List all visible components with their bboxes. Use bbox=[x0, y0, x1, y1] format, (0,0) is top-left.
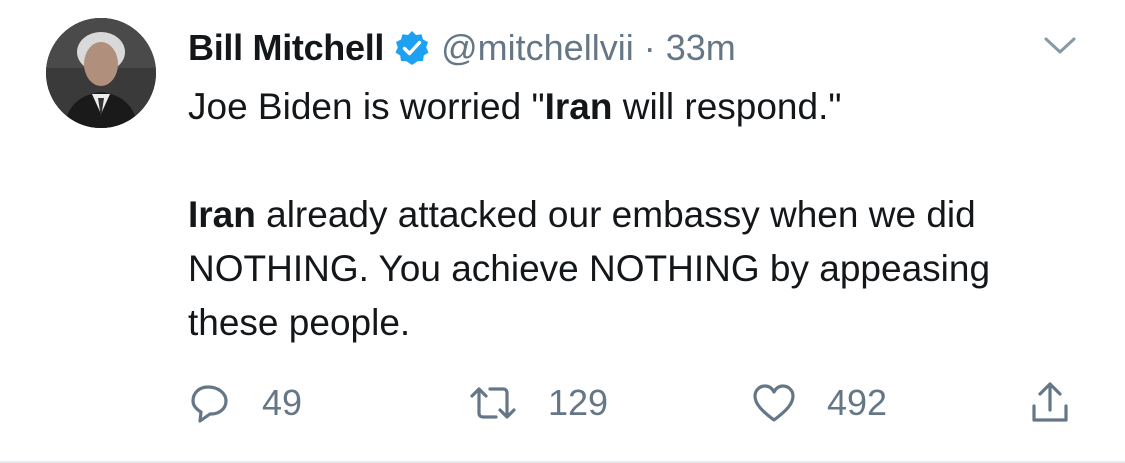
author-handle[interactable]: @mitchellvii bbox=[441, 27, 634, 69]
retweet-count: 129 bbox=[548, 382, 609, 423]
like-count: 492 bbox=[827, 382, 888, 423]
tweet-text-segment: will respond." bbox=[612, 86, 842, 127]
tweet-bold-word: Iran bbox=[544, 86, 613, 127]
author-name[interactable]: Bill Mitchell bbox=[188, 27, 384, 69]
tweet-paragraph-2: Iran already attacked our embassy when w… bbox=[188, 188, 1088, 350]
tweet-body: Joe Biden is worried "Iran will respond.… bbox=[188, 80, 1088, 350]
reply-icon bbox=[191, 385, 228, 423]
avatar[interactable] bbox=[46, 18, 156, 128]
tweet-card[interactable]: Bill Mitchell @mitchellvii · 33m Joe Bid… bbox=[0, 0, 1125, 463]
tweet-actions: 49 129 492 bbox=[188, 378, 1088, 428]
tweet-header: Bill Mitchell @mitchellvii · 33m bbox=[188, 26, 736, 70]
avatar-image bbox=[46, 18, 156, 128]
reply-count: 49 bbox=[262, 382, 303, 423]
tweet-timestamp[interactable]: 33m bbox=[666, 27, 736, 69]
verified-badge-icon bbox=[393, 29, 431, 67]
separator-dot: · bbox=[643, 27, 656, 68]
tweet-line-1: Joe Biden is worried "Iran will respond.… bbox=[188, 80, 1088, 134]
heart-icon bbox=[753, 384, 795, 422]
like-button[interactable]: 492 bbox=[751, 378, 887, 428]
share-button[interactable] bbox=[1028, 378, 1072, 428]
tweet-text-segment: Joe Biden is worried " bbox=[188, 86, 545, 127]
tweet-bold-word: Iran bbox=[188, 194, 256, 235]
chevron-down-icon[interactable] bbox=[1040, 34, 1080, 58]
reply-button[interactable]: 49 bbox=[188, 378, 302, 428]
tweet-text-segment: already attacked our embassy when we did… bbox=[188, 194, 991, 343]
retweet-icon bbox=[470, 387, 516, 419]
share-icon bbox=[1032, 382, 1068, 422]
retweet-button[interactable]: 129 bbox=[468, 378, 608, 428]
